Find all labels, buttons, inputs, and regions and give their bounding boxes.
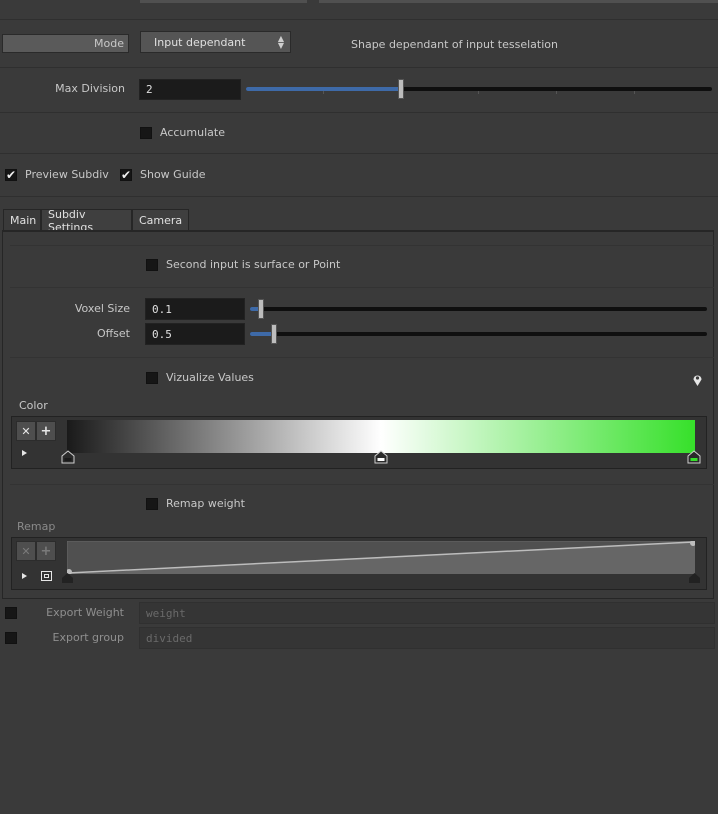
remap-weight-checkbox[interactable] [146,498,158,510]
show-guide-checkbox[interactable]: ✔ [120,169,132,181]
second-input-label: Second input is surface or Point [166,258,341,271]
divider [0,112,718,113]
color-ramp-label: Color [19,399,48,412]
add-point-button: + [36,541,56,561]
remap-key-marker[interactable] [688,573,701,583]
tab-camera[interactable]: Camera [132,209,189,231]
max-division-field[interactable]: 2 [139,79,241,100]
export-group-field[interactable]: divided [139,627,715,649]
remap-ramp-label: Remap [17,520,56,533]
mode-value: Input dependant [154,35,246,49]
offset-label: Offset [96,327,130,340]
pin-icon[interactable] [692,373,703,387]
divider [0,67,718,68]
offset-slider[interactable] [250,324,707,344]
second-input-checkbox[interactable] [146,259,158,271]
accumulate-checkbox[interactable] [140,127,152,139]
panel-divider [10,357,714,358]
visualize-checkbox[interactable] [146,372,158,384]
max-division-slider-handle[interactable] [398,79,404,99]
frame-icon[interactable] [41,571,52,581]
export-group-checkbox[interactable] [5,632,17,644]
panel-divider [10,484,714,485]
show-guide-label: Show Guide [140,168,206,181]
preview-subdiv-label: Preview Subdiv [25,168,109,181]
export-weight-checkbox[interactable] [5,607,17,619]
top-partial-bar [140,0,307,3]
preview-subdiv-checkbox[interactable]: ✔ [5,169,17,181]
mode-dropdown[interactable]: Input dependant ▲ ▼ [140,31,291,53]
voxel-size-slider[interactable] [250,299,707,319]
tick-marks [246,91,712,95]
plus-icon: + [40,543,52,559]
offset-field[interactable]: 0.5 [145,323,245,345]
max-division-slider[interactable] [246,79,712,99]
ramp-key-marker[interactable] [687,450,701,467]
divider [0,153,718,154]
remap-curve[interactable] [66,540,696,575]
updown-arrow-icon: ▲ ▼ [277,34,284,50]
remap-key-marker[interactable] [61,573,74,583]
divider [0,196,718,197]
add-key-button[interactable]: + [36,421,56,441]
ramp-key-marker[interactable] [374,450,388,467]
checkmark-icon: ✔ [5,168,17,182]
panel-divider [10,287,714,288]
x-icon: ✕ [21,424,31,438]
voxel-size-field[interactable]: 0.1 [145,298,245,320]
remove-key-button[interactable]: ✕ [16,421,36,441]
accumulate-label: Accumulate [160,126,225,139]
panel-divider [10,245,714,246]
max-division-label: Max Division [55,82,125,95]
mode-label: Mode [94,37,124,50]
export-weight-field[interactable]: weight [139,602,715,624]
plus-icon: + [40,423,52,439]
tab-subdiv-settings[interactable]: Subdiv Settings [41,208,132,234]
top-partial-bar [319,0,718,3]
remove-point-button: ✕ [16,541,36,561]
color-ramp-gradient[interactable] [67,420,695,453]
voxel-size-label: Voxel Size [74,302,130,315]
mode-description: Shape dependant of input tesselation [351,38,558,51]
export-group-label: Export group [52,631,124,644]
visualize-label: Vizualize Values [166,371,254,384]
divider [0,19,718,20]
play-icon[interactable] [22,573,27,579]
checkmark-icon: ✔ [120,168,132,182]
remap-weight-label: Remap weight [166,497,245,510]
x-icon: ✕ [21,544,31,558]
voxel-size-slider-handle[interactable] [258,299,264,319]
tab-main[interactable]: Main [3,209,41,231]
play-icon[interactable] [22,450,27,456]
mode-label-button[interactable]: Mode [2,34,129,53]
ramp-key-marker[interactable] [61,450,75,467]
offset-slider-handle[interactable] [271,324,277,344]
export-weight-label: Export Weight [46,606,124,619]
